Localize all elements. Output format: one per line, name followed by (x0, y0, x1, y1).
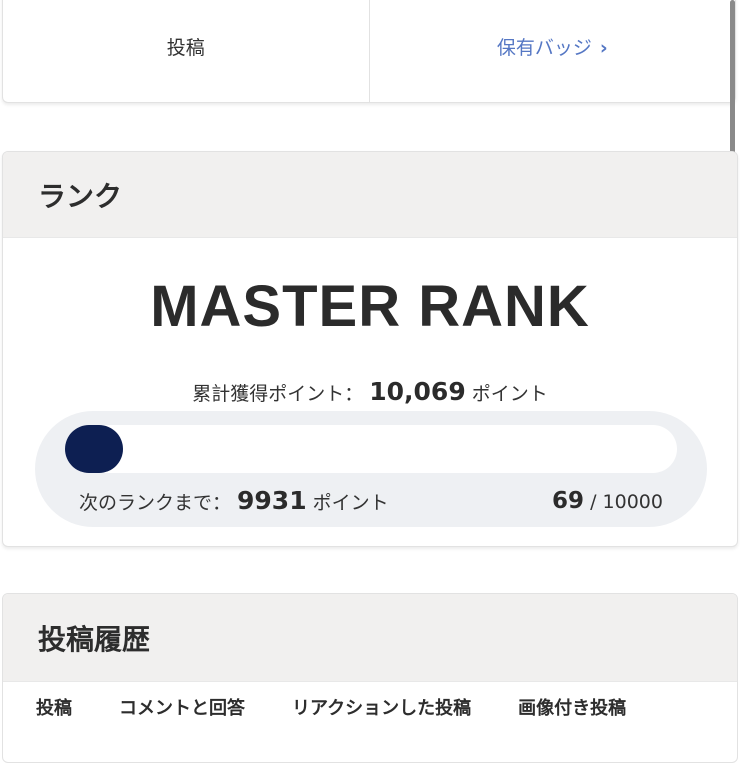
rank-card: ランク MASTER RANK 累計獲得ポイント： 10,069 ポイント 次のラン… (2, 151, 738, 547)
badges-link-label[interactable]: 保有バッジ (497, 37, 592, 59)
tab-comments-answers[interactable]: コメントと回答 (119, 694, 245, 720)
badges-stat[interactable]: 10 保有バッジ › (368, 0, 736, 102)
progress-max: 10000 (602, 491, 663, 513)
stats-card: 75 投稿 10 保有バッジ › (2, 0, 736, 103)
history-tabs: 投稿 コメントと回答 リアクションした投稿 画像付き投稿 (3, 694, 640, 720)
tab-image-posts[interactable]: 画像付き投稿 (518, 694, 626, 720)
posts-label: 投稿 (166, 37, 205, 59)
total-points: 累計獲得ポイント： 10,069 ポイント (3, 377, 737, 406)
chevron-right-icon: › (599, 37, 608, 59)
progress-current: 69 (552, 488, 585, 514)
progress-track (65, 425, 677, 473)
rank-section-title: ランク (3, 152, 737, 238)
next-rank-unit: ポイント (312, 492, 389, 514)
badges-count: 10 (370, 0, 736, 6)
posts-count: 75 (3, 0, 369, 6)
total-points-label: 累計獲得ポイント： (192, 383, 364, 405)
scrollbar[interactable] (730, 0, 735, 168)
next-rank-value: 9931 (237, 486, 307, 515)
progress-separator: / (590, 491, 597, 513)
next-rank-points: 次のランクまで： 9931 ポイント (79, 486, 389, 515)
badges-link[interactable]: 保有バッジ › (370, 35, 736, 61)
rank-name: MASTER RANK (150, 274, 590, 339)
total-points-unit: ポイント (471, 383, 548, 405)
posts-stat[interactable]: 75 投稿 (3, 0, 369, 102)
progress-fill (65, 425, 123, 473)
history-section-title: 投稿履歴 (3, 594, 737, 682)
progress-ratio: 69 / 10000 (552, 488, 663, 514)
history-card: 投稿履歴 投稿 コメントと回答 リアクションした投稿 画像付き投稿 (2, 593, 738, 763)
total-points-value: 10,069 (369, 377, 466, 406)
tab-posts[interactable]: 投稿 (36, 694, 72, 720)
tab-reacted-posts[interactable]: リアクションした投稿 (292, 694, 471, 720)
next-rank-label: 次のランクまで： (79, 492, 232, 514)
rank-progress: 次のランクまで： 9931 ポイント 69 / 10000 (35, 411, 707, 527)
